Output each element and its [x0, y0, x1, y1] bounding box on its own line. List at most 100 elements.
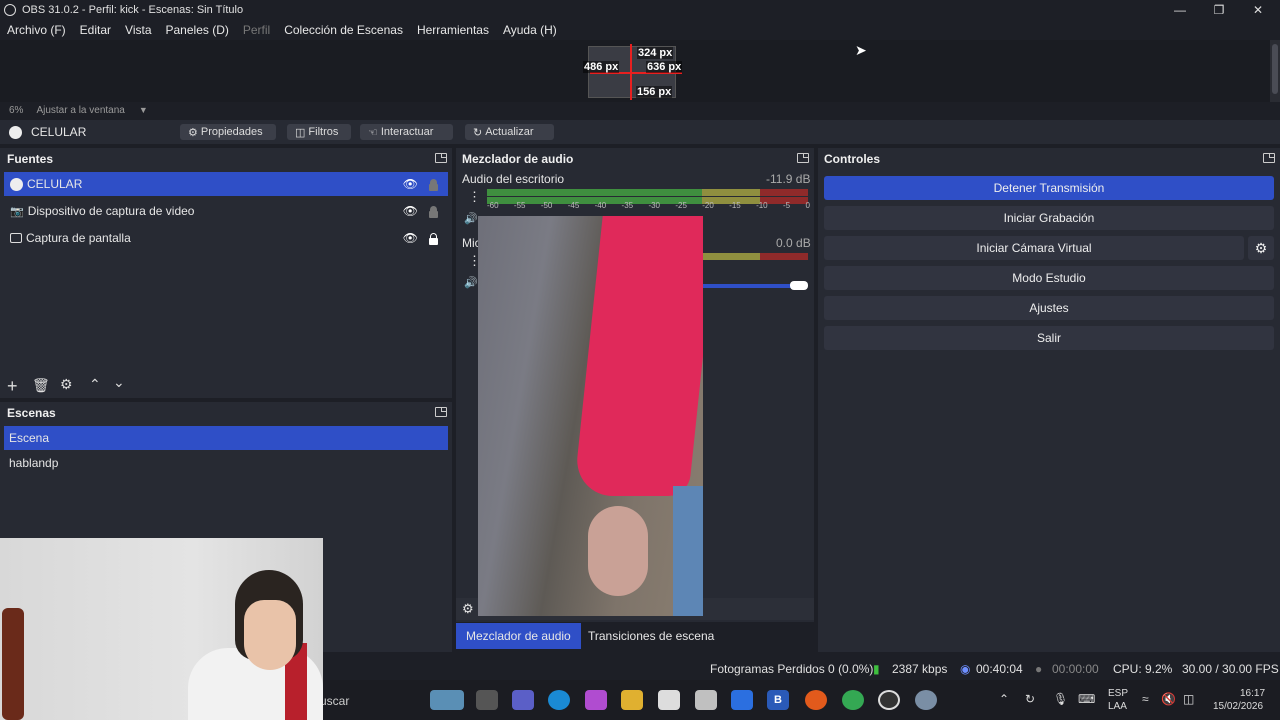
- eye-icon[interactable]: 👁: [403, 177, 418, 191]
- px-bottom-label: 156 px: [636, 86, 673, 98]
- settings-button[interactable]: Ajustes: [824, 296, 1274, 320]
- chevron-up-icon[interactable]: ⌃: [999, 692, 1009, 706]
- tab-scene-transitions[interactable]: Transiciones de escena: [578, 623, 724, 649]
- restore-button[interactable]: ❐: [1199, 0, 1239, 20]
- filter-icon: ◫: [295, 126, 306, 139]
- chevron-down-icon[interactable]: ⌄: [113, 374, 125, 391]
- gear-icon[interactable]: ⚙: [462, 601, 474, 617]
- studio-mode-button[interactable]: Modo Estudio: [824, 266, 1274, 290]
- float-dock-icon[interactable]: [435, 407, 447, 417]
- settings-taskbar-icon[interactable]: [915, 690, 937, 710]
- microphone-icon[interactable]: 🎙: [1053, 692, 1068, 706]
- teams-icon[interactable]: [512, 690, 534, 710]
- controls-title: Controles: [824, 152, 881, 166]
- float-dock-icon[interactable]: [435, 153, 447, 163]
- scene-item-escena[interactable]: Escena: [4, 426, 448, 450]
- speaker-icon[interactable]: 🔊: [464, 276, 478, 289]
- menu-paneles[interactable]: Paneles (D): [166, 23, 229, 37]
- signal-icon: ▮: [873, 662, 880, 676]
- phone-video-overlay: [478, 216, 703, 616]
- eye-icon[interactable]: 👁: [403, 231, 418, 245]
- source-item-celular[interactable]: CELULAR 👁: [4, 172, 448, 196]
- speaker-icon[interactable]: 🔊: [464, 212, 478, 225]
- kebab-menu-icon[interactable]: ⋮: [468, 189, 481, 205]
- refresh-button[interactable]: ↻ Actualizar: [465, 124, 554, 140]
- zoom-bar: 6% Ajustar a la ventana ▼: [0, 102, 1280, 118]
- pointer-icon: ☜: [368, 126, 378, 139]
- px-top-label: 324 px: [637, 47, 674, 59]
- gear-icon[interactable]: ⚙: [60, 376, 73, 393]
- add-source-button[interactable]: +: [7, 376, 18, 397]
- volume-icon[interactable]: 🔇: [1161, 692, 1176, 706]
- eye-icon[interactable]: 👁: [403, 204, 418, 218]
- clock-date[interactable]: 15/02/2026: [1213, 701, 1263, 712]
- wifi-icon[interactable]: ≈: [1142, 692, 1149, 706]
- source-item-screen-capture[interactable]: Captura de pantalla 👁: [4, 226, 448, 250]
- selected-source-label: CELULAR: [31, 125, 87, 139]
- store-icon[interactable]: [658, 690, 680, 710]
- exit-button[interactable]: Salir: [824, 326, 1274, 350]
- close-button[interactable]: ✕: [1238, 0, 1278, 20]
- sources-title: Fuentes: [7, 152, 54, 166]
- source-item-video-capture[interactable]: 📷 Dispositivo de captura de video 👁: [4, 199, 448, 223]
- chevron-up-icon[interactable]: ⌃: [89, 376, 101, 393]
- obs-logo-icon: [4, 4, 16, 16]
- language-top[interactable]: ESP: [1108, 688, 1128, 699]
- browser-icon: [9, 125, 22, 139]
- menu-perfil[interactable]: Perfil: [243, 23, 270, 37]
- lock-icon[interactable]: [429, 233, 438, 245]
- stop-stream-button[interactable]: Detener Transmisión: [824, 176, 1274, 200]
- taskbar-search[interactable]: uscar: [320, 694, 349, 708]
- px-left-label: 486 px: [583, 61, 620, 73]
- menu-ayuda[interactable]: Ayuda (H): [503, 23, 557, 37]
- menu-editar[interactable]: Editar: [80, 23, 111, 37]
- preview-scrollbar[interactable]: [1270, 40, 1280, 102]
- start-virtual-camera-button[interactable]: Iniciar Cámara Virtual: [824, 236, 1244, 260]
- tab-audio-mixer[interactable]: Mezclador de audio: [456, 623, 581, 649]
- amazon-icon[interactable]: [695, 690, 717, 710]
- widget-icon[interactable]: [430, 690, 464, 710]
- channel-db: -11.9 dB: [766, 172, 811, 186]
- lock-icon[interactable]: [429, 179, 438, 191]
- chevron-down-icon[interactable]: ▼: [139, 105, 148, 115]
- scene-item-hablandp[interactable]: hablandp: [4, 451, 448, 475]
- lock-icon[interactable]: [429, 206, 438, 218]
- task-view-icon[interactable]: [476, 690, 498, 710]
- dropbox-icon[interactable]: [731, 690, 753, 710]
- language-bottom[interactable]: LAA: [1108, 701, 1127, 712]
- float-dock-icon[interactable]: [1263, 153, 1275, 163]
- start-recording-button[interactable]: Iniciar Grabación: [824, 206, 1274, 230]
- virtual-camera-settings-button[interactable]: ⚙: [1248, 236, 1274, 260]
- file-explorer-icon[interactable]: [621, 690, 643, 710]
- monitor-icon: [10, 233, 22, 243]
- keyboard-icon[interactable]: ⌨: [1078, 692, 1095, 706]
- float-dock-icon[interactable]: [797, 153, 809, 163]
- stream-icon: ◉: [960, 662, 971, 676]
- filters-button[interactable]: ◫ Filtros: [287, 124, 351, 140]
- minimize-button[interactable]: —: [1160, 0, 1200, 20]
- sync-icon[interactable]: ↻: [1025, 692, 1035, 706]
- properties-button[interactable]: ⚙ Propiedades: [180, 124, 276, 140]
- volume-slider-handle[interactable]: [790, 281, 808, 290]
- menu-herramientas[interactable]: Herramientas: [417, 23, 489, 37]
- copilot-icon[interactable]: [585, 690, 607, 710]
- clock-time[interactable]: 16:17: [1240, 688, 1265, 699]
- title-bar: OBS 31.0.2 - Perfil: kick - Escenas: Sin…: [0, 0, 1280, 20]
- battery-icon[interactable]: ◫: [1183, 692, 1194, 706]
- mouse-cursor-icon: ➤: [855, 42, 867, 58]
- obs-taskbar-icon[interactable]: [878, 690, 900, 710]
- edge-icon[interactable]: [548, 690, 570, 710]
- trash-icon[interactable]: 🗑: [32, 377, 50, 394]
- menu-coleccion[interactable]: Colección de Escenas: [284, 23, 403, 37]
- firefox-icon[interactable]: [805, 690, 827, 710]
- dropped-frames: Fotogramas Perdidos 0 (0.0%): [710, 662, 874, 676]
- meter-scale: -60 -55 -50 -45 -40 -35 -30 -25 -20 -15 -10 -5 0: [487, 201, 810, 210]
- audio-meter: [487, 189, 808, 196]
- zoom-mode-select[interactable]: Ajustar a la ventana: [36, 105, 124, 116]
- menu-archivo[interactable]: Archivo (F): [7, 23, 66, 37]
- menu-vista[interactable]: Vista: [125, 23, 151, 37]
- interact-button[interactable]: ☜ Interactuar: [360, 124, 453, 140]
- chrome-icon[interactable]: [842, 690, 864, 710]
- zoom-level: 6%: [9, 104, 24, 116]
- b-app-icon[interactable]: B: [767, 690, 789, 710]
